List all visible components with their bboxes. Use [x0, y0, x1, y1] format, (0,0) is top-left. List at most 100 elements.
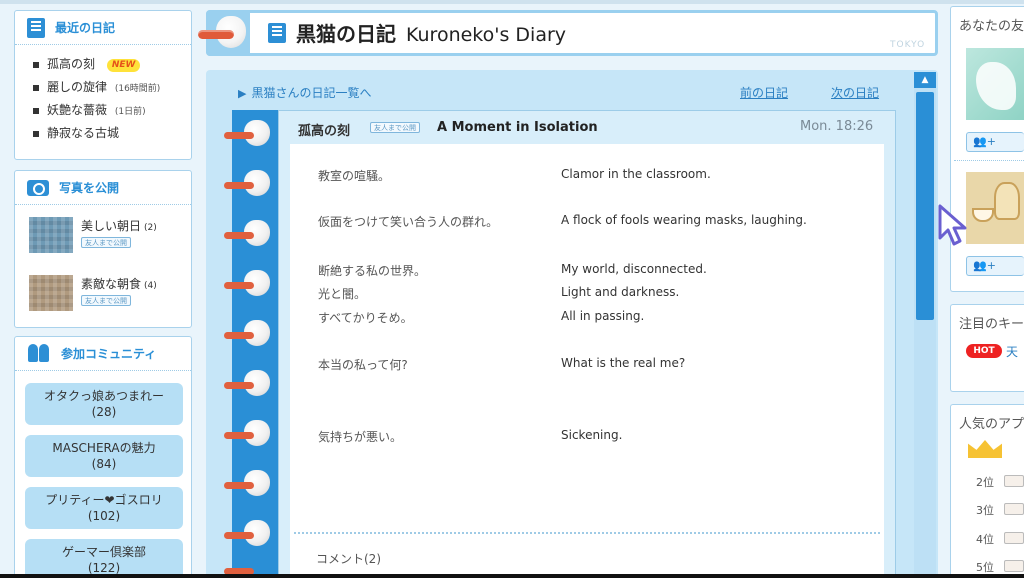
page-title-jp: 黒猫の日記: [296, 22, 396, 46]
next-diary-link[interactable]: 次の日記: [831, 84, 879, 101]
recent-diary-list: 孤高の刻 NEW 麗しの旋律 (16時間前) 妖艶な薔薇 (1日前) 静寂なる古…: [15, 45, 191, 145]
add-friend-button[interactable]: 👥+: [966, 132, 1024, 152]
community-button[interactable]: MASCHERAの魅力 (84): [25, 435, 183, 477]
community-count: (28): [91, 405, 117, 419]
binder-ring-icon: [224, 332, 254, 339]
add-friend-label: +: [986, 259, 996, 272]
prev-diary-link[interactable]: 前の日記: [740, 84, 788, 101]
visibility-tag: 友人まで公開: [370, 122, 420, 133]
recent-diary-item[interactable]: 麗しの旋律 (16時間前): [33, 76, 191, 99]
app-thumbnail-icon[interactable]: [1004, 503, 1024, 515]
rank-label: 2位: [976, 476, 994, 489]
comments-link[interactable]: コメント(2): [316, 550, 381, 567]
friends-panel-title: あなたの友: [959, 19, 1024, 34]
community-panel-title: 参加コミュニティ: [61, 347, 157, 361]
teapot-icon: [994, 182, 1020, 220]
recent-diary-item[interactable]: 妖艶な薔薇 (1日前): [33, 99, 191, 122]
community-button[interactable]: ゲーマー倶楽部 (122): [25, 539, 183, 578]
recent-diary-title: 最近の日記: [55, 21, 116, 35]
photo-panel-title: 写真を公開: [59, 181, 120, 195]
community-name: MASCHERAの魅力: [52, 441, 156, 455]
play-triangle-icon: ▶: [238, 87, 247, 100]
community-button[interactable]: プリティー❤ゴスロリ (102): [25, 487, 183, 529]
rank-label: 4位: [976, 533, 994, 546]
scrollbar-thumb[interactable]: [916, 92, 934, 320]
photo-album-title[interactable]: 素敵な朝食 (4): [81, 275, 157, 292]
photo-album-item[interactable]: 素敵な朝食 (4) 友人まで公開: [15, 269, 191, 321]
photo-thumbnail[interactable]: [29, 275, 73, 311]
poem-line-jp: 気持ちが悪い。: [318, 430, 403, 444]
rank-label: 5位: [976, 561, 994, 574]
recent-diary-item-label: 孤高の刻: [47, 57, 96, 71]
binder-ring-icon: [224, 382, 254, 389]
add-friend-button[interactable]: 👥+: [966, 256, 1024, 276]
poem-line-jp: 光と闇。: [318, 287, 367, 301]
recent-diary-item-label: 麗しの旋律: [47, 80, 108, 94]
app-thumbnail-icon[interactable]: [1004, 560, 1024, 572]
photo-thumbnail[interactable]: [29, 217, 73, 253]
app-thumbnail-icon[interactable]: [1004, 475, 1024, 487]
visibility-tag: 友人まで公開: [81, 295, 131, 306]
binder-ring-icon: [224, 482, 254, 489]
poem-line-en: Light and darkness.: [561, 285, 680, 299]
recent-diary-item-label: 妖艶な薔薇: [47, 103, 108, 117]
popular-panel-title: 人気のアプ: [959, 417, 1024, 432]
poem-line-jp: 仮面をつけて笑い合う人の群れ。: [318, 215, 499, 229]
poem-line-en: A flock of fools wearing masks, laughing…: [561, 213, 807, 227]
hot-badge: HOT: [966, 344, 1002, 358]
photo-panel-header: 写真を公開: [15, 171, 191, 205]
scroll-up-arrow-icon[interactable]: ▲: [914, 72, 936, 88]
recent-diary-item-time: (1日前): [114, 107, 146, 117]
binder-ring-icon: [224, 432, 254, 439]
poem-line-en: My world, disconnected.: [561, 262, 707, 276]
page-title-en: Kuroneko's Diary: [406, 24, 567, 46]
poem-line-jp: 本当の私って何?: [318, 358, 408, 372]
bottom-frame: [0, 574, 1024, 578]
binder-ring-icon: [224, 532, 254, 539]
binder-ring-icon: [224, 132, 254, 139]
photo-album-name: 美しい朝日: [81, 219, 142, 233]
photo-album-count: (2): [144, 223, 157, 233]
community-name: ゲーマー倶楽部: [61, 545, 146, 559]
poem-line-jp: 断絶する私の世界。: [318, 264, 427, 278]
entry-title-en: A Moment in Isolation: [437, 120, 598, 135]
add-friend-label: +: [986, 135, 996, 148]
photo-album-title[interactable]: 美しい朝日 (2): [81, 217, 157, 234]
recent-diary-item[interactable]: 孤高の刻 NEW: [33, 53, 191, 76]
poem-line-jp: すべてかりそめ。: [318, 311, 413, 325]
rank-label: 3位: [976, 504, 994, 517]
community-count: (102): [87, 509, 121, 523]
diary-book-icon: [27, 17, 45, 38]
new-badge: NEW: [106, 59, 141, 72]
diary-list-link-label: 黒猫さんの日記一覧へ: [251, 86, 372, 100]
binder-ring-icon: [198, 30, 234, 39]
recent-diary-item-time: (16時間前): [114, 84, 161, 94]
diary-book-icon: [268, 23, 286, 43]
broadcast-watermark: TOKYO: [890, 40, 926, 50]
hot-keyword-link[interactable]: 天: [1006, 343, 1018, 360]
binder-ring-icon: [224, 232, 254, 239]
popular-panel: 人気のアプ: [950, 404, 1024, 578]
add-friend-icon: 👥: [973, 135, 987, 148]
poem-line-en: What is the real me?: [561, 356, 686, 370]
poem-line-jp: 教室の喧騒。: [318, 169, 391, 183]
community-panel: 参加コミュニティ オタクっ娘あつまれー (28) MASCHERAの魅力 (84…: [14, 336, 192, 578]
page-title: 黒猫の日記 Kuroneko's Diary: [296, 18, 566, 47]
recent-diary-header: 最近の日記: [15, 11, 191, 45]
top-frame: [0, 0, 1024, 4]
camera-icon: [27, 179, 49, 196]
photo-album-item[interactable]: 美しい朝日 (2) 友人まで公開: [15, 211, 191, 263]
app-thumbnail-icon[interactable]: [1004, 532, 1024, 544]
poem-line-en: Sickening.: [561, 428, 623, 442]
diary-list-link[interactable]: ▶ 黒猫さんの日記一覧へ: [238, 84, 371, 101]
keyword-panel-title: 注目のキー: [959, 317, 1024, 332]
people-icon: [27, 343, 51, 364]
entry-title-jp: 孤高の刻: [298, 124, 351, 139]
visibility-tag: 友人まで公開: [81, 237, 131, 248]
recent-diary-panel: 最近の日記 孤高の刻 NEW 麗しの旋律 (16時間前) 妖艶な薔薇 (1日前)…: [14, 10, 192, 160]
community-button[interactable]: オタクっ娘あつまれー (28): [25, 383, 183, 425]
entry-timestamp: Mon. 18:26: [800, 119, 874, 134]
recent-diary-item[interactable]: 静寂なる古城: [33, 122, 191, 145]
community-count: (84): [91, 457, 117, 471]
recent-diary-item-label: 静寂なる古城: [47, 126, 120, 140]
